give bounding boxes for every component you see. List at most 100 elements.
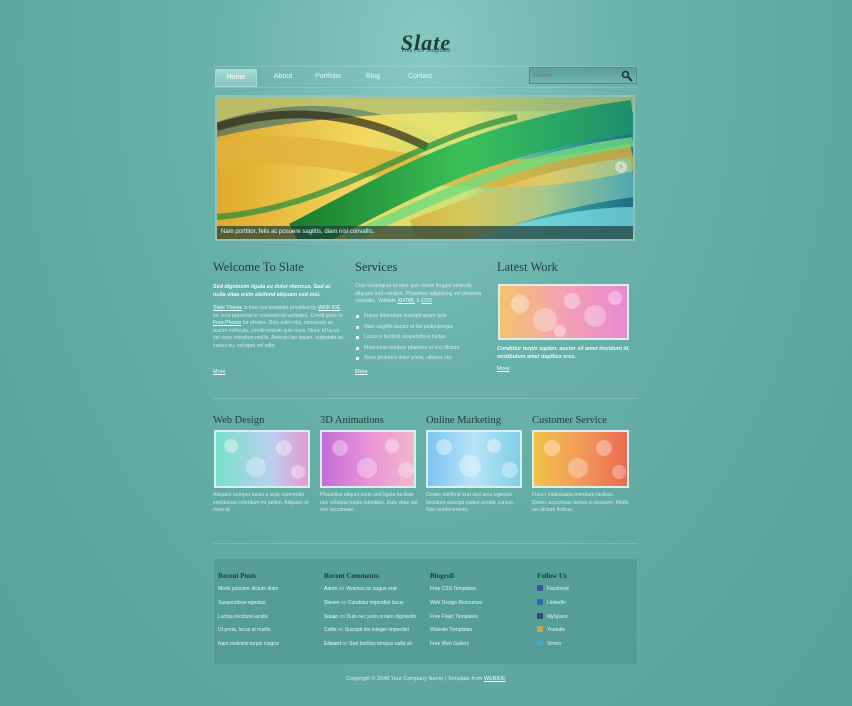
follow-item-youtube[interactable]: Youtube bbox=[537, 624, 569, 638]
follow-item-vimeo[interactable]: Vimeo bbox=[537, 638, 569, 652]
recent-post-link[interactable]: Suspendisse egestas bbox=[218, 597, 279, 611]
feature-bokeh bbox=[534, 432, 627, 486]
feature-image-customer-service[interactable] bbox=[532, 430, 629, 488]
comment-on: on bbox=[337, 627, 344, 634]
feature-bokeh bbox=[322, 432, 414, 486]
comment-link[interactable]: Sed facilisis tempus nulla sit bbox=[349, 641, 412, 647]
comment-link[interactable]: Vivamus ac augue erat bbox=[346, 586, 397, 592]
comment-author[interactable]: Steven bbox=[324, 600, 340, 606]
myspace-icon bbox=[537, 612, 543, 619]
feature-text: Fusce malesuada interdum facilisis. Done… bbox=[532, 492, 629, 513]
blogroll-title: Blogroll bbox=[430, 572, 454, 580]
search-box bbox=[529, 67, 637, 84]
latest-work-bokeh bbox=[500, 286, 627, 338]
comment-author[interactable]: Edward bbox=[324, 641, 341, 647]
slider-next-icon[interactable]: › bbox=[615, 161, 627, 173]
css-link[interactable]: CSS bbox=[421, 298, 432, 304]
services-list: Fusce bibendum suscipit quam quis Nam sa… bbox=[355, 311, 487, 364]
youtube-icon bbox=[537, 626, 543, 633]
follow-label: Youtube bbox=[547, 627, 566, 634]
footer-widgets: Recent Posts Morbi posuere dictum diam S… bbox=[213, 558, 638, 665]
feature-text: Aliquam semper lacus a ante commodo vest… bbox=[213, 492, 309, 513]
feature-image-online-marketing[interactable] bbox=[426, 430, 522, 488]
recent-post-link[interactable]: Luctus tincidunt iaculis bbox=[218, 611, 279, 625]
latest-work-caption: Curabitur turpis sapien, auctor sit amet… bbox=[497, 346, 630, 360]
comment-item: Edward on Sed facilisis tempus nulla sit bbox=[324, 638, 416, 652]
blogroll-link[interactable]: Web Design Resources bbox=[430, 597, 482, 611]
services-intro: Cras consequat tempor quis lorem feugiat… bbox=[355, 283, 487, 306]
service-item: Maecenas tempus pharetra ut orci dictum bbox=[355, 343, 487, 354]
copyright: Copyright © 2048 Your Company Name | Tem… bbox=[0, 676, 852, 682]
hero-slider[interactable]: › Nam porttitor, felis ac posuere sagitt… bbox=[215, 95, 635, 241]
feature-text: Phasellus aliquet enim sed ligula facili… bbox=[320, 492, 418, 513]
search-input[interactable] bbox=[533, 71, 618, 81]
free-photos-link[interactable]: Free Photos bbox=[213, 320, 241, 326]
nav-contact[interactable]: Contact bbox=[399, 69, 441, 85]
web-ide-link[interactable]: WEB IDE bbox=[318, 305, 340, 311]
blogroll-link[interactable]: Website Templates bbox=[430, 624, 482, 638]
recent-post-link[interactable]: Nam molestie turpis magna bbox=[218, 638, 279, 652]
follow-us-title: Follow Us bbox=[537, 572, 567, 580]
follow-us-list: Facebook LinkedIn MySpace Youtube Vimeo bbox=[537, 583, 569, 652]
blogroll-link[interactable]: Free CSS Templates bbox=[430, 583, 482, 597]
latest-work-image[interactable] bbox=[498, 284, 629, 340]
nav-about[interactable]: About bbox=[265, 69, 301, 85]
feature-title-online-marketing: Online Marketing bbox=[426, 415, 501, 426]
blogroll-link[interactable]: Free Web Gallery bbox=[430, 638, 482, 652]
comment-item: Susan on Duis nec justo ornare dignissim bbox=[324, 611, 416, 625]
hero-image bbox=[217, 97, 633, 239]
comment-item: Aaron on Vivamus ac augue erat bbox=[324, 583, 416, 597]
nav-home[interactable]: Home bbox=[215, 69, 257, 87]
facebook-icon bbox=[537, 585, 543, 591]
recent-comments-list: Aaron on Vivamus ac augue erat Steven on… bbox=[324, 583, 416, 652]
services-title: Services bbox=[355, 260, 398, 274]
comment-author[interactable]: Collin bbox=[324, 627, 337, 633]
recent-post-link[interactable]: Morbi posuere dictum diam bbox=[218, 583, 279, 597]
comment-author[interactable]: Aaron bbox=[324, 586, 337, 592]
welcome-intro: Sed dignissim ligula eu dolor rhoncus. S… bbox=[213, 284, 332, 298]
comment-author[interactable]: Susan bbox=[324, 614, 338, 620]
follow-label: LinkedIn bbox=[547, 599, 566, 606]
follow-item-myspace[interactable]: MySpace bbox=[537, 611, 569, 625]
xhtml-link[interactable]: XHTML bbox=[398, 298, 415, 304]
comment-link[interactable]: Duis nec justo ornare dignissim bbox=[347, 614, 416, 620]
feature-image-web-design[interactable] bbox=[214, 430, 310, 488]
follow-item-facebook[interactable]: Facebook bbox=[537, 583, 569, 597]
recent-comments-title: Recent Comments bbox=[324, 572, 379, 580]
search-icon[interactable] bbox=[621, 70, 633, 82]
recent-posts-title: Recent Posts bbox=[218, 572, 256, 580]
feature-bokeh bbox=[428, 432, 520, 486]
feature-text: Donec eleifend erat sed arcu egestas tin… bbox=[426, 492, 515, 513]
comment-on: on bbox=[339, 613, 346, 620]
divider bbox=[213, 398, 638, 399]
follow-label: Facebook bbox=[547, 586, 569, 592]
comment-link[interactable]: Curabitur imperdiet lacus bbox=[348, 600, 404, 606]
feature-title-web-design: Web Design bbox=[213, 415, 265, 426]
latest-work-more-link[interactable]: More bbox=[497, 366, 510, 372]
blogroll-list: Free CSS Templates Web Design Resources … bbox=[430, 583, 482, 652]
recent-posts-list: Morbi posuere dictum diam Suspendisse eg… bbox=[218, 583, 279, 652]
blogroll-link[interactable]: Free Flash Templates bbox=[430, 611, 482, 625]
slider-caption: Nam porttitor, felis ac posuere sagittis… bbox=[217, 226, 633, 239]
comment-on: on bbox=[338, 586, 345, 592]
slate-theme-link[interactable]: Slate Theme bbox=[213, 305, 242, 311]
comment-item: Collin on Suscipit dui integer imperdiet bbox=[324, 624, 416, 638]
recent-post-link[interactable]: Ut porta, lacus at mattis bbox=[218, 624, 279, 638]
comment-on: on bbox=[340, 599, 347, 606]
welcome-body: Slate Theme is free css template provide… bbox=[213, 305, 345, 350]
vimeo-icon bbox=[537, 640, 543, 647]
copyright-text: Copyright © 2048 Your Company Name | Tem… bbox=[346, 676, 484, 682]
services-more-link[interactable]: More bbox=[355, 369, 368, 375]
feature-title-customer-service: Customer Service bbox=[532, 415, 607, 426]
feature-title-3d-animations: 3D Animations bbox=[320, 415, 384, 426]
template-source-link[interactable]: WEBIDE bbox=[484, 676, 506, 682]
follow-item-linkedin[interactable]: LinkedIn bbox=[537, 597, 569, 611]
service-item: Nam sagittis auctor ut dui pellentesque bbox=[355, 322, 487, 333]
nav-blog[interactable]: Blog bbox=[357, 69, 389, 85]
comment-link[interactable]: Suscipit dui integer imperdiet bbox=[345, 627, 409, 633]
nav-portfolio[interactable]: Portfolio bbox=[309, 69, 347, 85]
feature-image-3d-animations[interactable] bbox=[320, 430, 416, 488]
linkedin-icon bbox=[537, 598, 543, 605]
welcome-more-link[interactable]: More bbox=[213, 369, 226, 375]
welcome-text: is free css template provided by bbox=[242, 305, 319, 311]
